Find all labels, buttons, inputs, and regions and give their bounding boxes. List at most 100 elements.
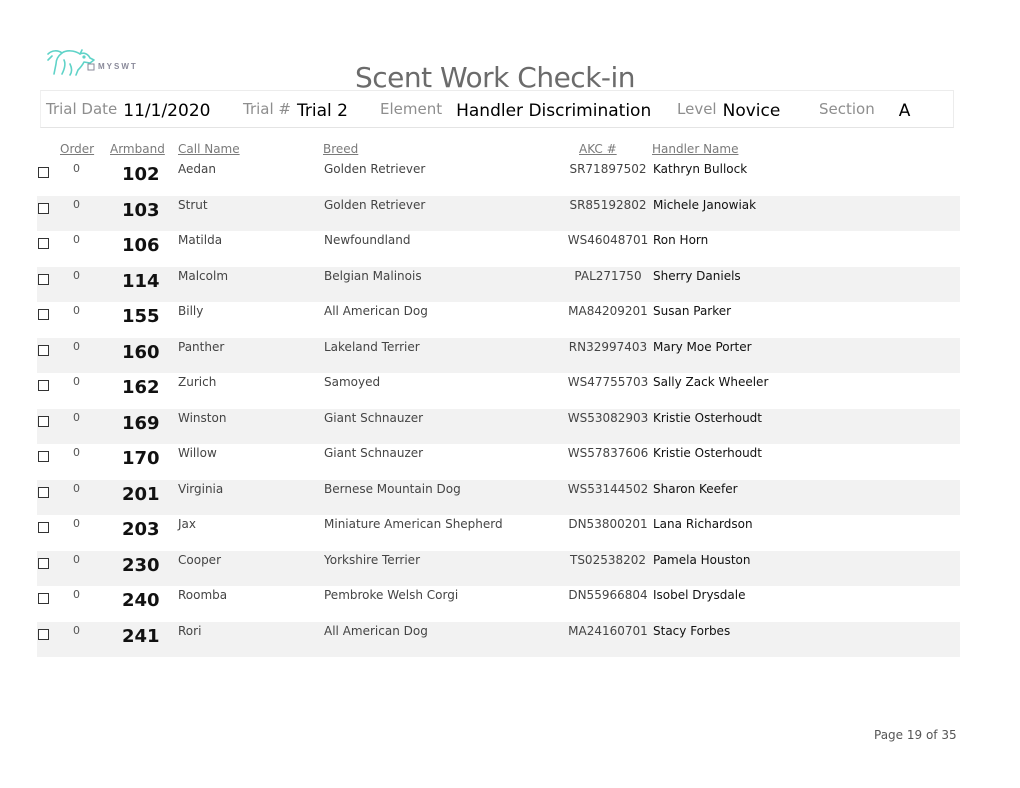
akc-number-cell: PAL271750 xyxy=(574,268,642,283)
handler-name-cell: Pamela Houston xyxy=(653,552,751,567)
table-row: 0 241 Rori All American Dog MA24160701 Stacy … xyxy=(37,621,960,657)
handler-name-cell: Michele Janowiak xyxy=(653,197,757,212)
call-name-cell: Virginia xyxy=(178,481,224,496)
armband-cell: 240 xyxy=(122,590,160,611)
element-label: Element xyxy=(380,100,443,118)
order-cell: 0 xyxy=(73,410,80,424)
page-title: Scent Work Check-in xyxy=(354,60,636,94)
table-row: 0 106 Matilda Newfoundland WS46048701 Ron Hor… xyxy=(37,231,960,267)
table-row: 0 114 Malcolm Belgian Malinois PAL271750 Sher… xyxy=(37,266,960,302)
order-cell: 0 xyxy=(73,517,80,530)
handler-name-cell: Sharon Keefer xyxy=(653,481,738,496)
handler-name-cell: Kathryn Bullock xyxy=(653,162,748,176)
checkin-table: 0 102 Aedan Golden Retriever SR71897502 Kathr… xyxy=(37,160,960,657)
akc-number-cell: WS47755703 xyxy=(567,375,649,389)
armband-cell: 155 xyxy=(122,306,160,327)
breed-cell: Giant Schnauzer xyxy=(324,446,424,460)
table-row: 0 160 Panther Lakeland Terrier RN32997403 Mar… xyxy=(37,337,960,373)
section-value: A xyxy=(898,101,911,121)
call-name-cell: Billy xyxy=(178,304,204,318)
element-value: Handler Discrimination xyxy=(456,101,652,121)
table-row: 0 169 Winston Giant Schnauzer WS53082903 Kris… xyxy=(37,408,960,444)
call-name-cell: Winston xyxy=(178,410,227,425)
checkin-checkbox[interactable] xyxy=(38,238,49,249)
order-cell: 0 xyxy=(73,375,80,388)
order-cell: 0 xyxy=(73,268,80,282)
checkin-checkbox[interactable] xyxy=(38,415,49,427)
akc-number-cell: SR71897502 xyxy=(569,162,647,176)
armband-cell: 170 xyxy=(122,448,160,469)
breed-cell: All American Dog xyxy=(324,623,428,638)
checkin-checkbox[interactable] xyxy=(38,380,49,391)
order-cell: 0 xyxy=(73,446,80,459)
breed-cell: Newfoundland xyxy=(324,233,411,247)
armband-cell: 103 xyxy=(122,199,160,221)
armband-cell: 162 xyxy=(122,377,160,398)
table-row: 0 201 Virginia Bernese Mountain Dog WS531445… xyxy=(37,479,960,515)
checkin-checkbox[interactable] xyxy=(38,167,49,178)
order-cell: 0 xyxy=(73,623,80,637)
akc-number-cell: DN55966804 xyxy=(568,588,648,602)
level-label: Level xyxy=(677,100,717,118)
element-field: Element Handler Discrimination xyxy=(380,99,652,121)
checkin-checkbox[interactable] xyxy=(38,202,49,214)
order-cell: 0 xyxy=(73,339,80,353)
column-header-akc[interactable]: AKC # xyxy=(579,142,617,156)
handler-name-cell: Isobel Drysdale xyxy=(653,588,746,602)
checkin-checkbox[interactable] xyxy=(38,344,49,356)
call-name-cell: Panther xyxy=(178,339,225,354)
column-header-call-name[interactable]: Call Name xyxy=(178,142,240,156)
page-number: Page 19 of 35 xyxy=(874,728,957,742)
trial-number-label: Trial # xyxy=(243,100,291,118)
table-row: 0 203 Jax Miniature American Shepherd DN5380… xyxy=(37,515,960,551)
order-cell: 0 xyxy=(73,481,80,495)
column-header-armband[interactable]: Armband xyxy=(110,142,165,156)
handler-name-cell: Sally Zack Wheeler xyxy=(653,375,769,389)
table-row: 0 102 Aedan Golden Retriever SR71897502 Kathr… xyxy=(37,160,960,196)
armband-cell: 230 xyxy=(122,554,160,576)
level-value: Novice xyxy=(722,101,781,121)
call-name-cell: Malcolm xyxy=(178,268,229,283)
table-row: 0 170 Willow Giant Schnauzer WS57837606 Krist… xyxy=(37,444,960,480)
breed-cell: Golden Retriever xyxy=(324,197,426,212)
column-header-breed[interactable]: Breed xyxy=(323,142,358,156)
breed-cell: Yorkshire Terrier xyxy=(324,552,420,567)
table-row: 0 240 Roomba Pembroke Welsh Corgi DN55966804… xyxy=(37,586,960,622)
checkin-checkbox[interactable] xyxy=(38,451,49,462)
handler-name-cell: Sherry Daniels xyxy=(653,268,741,283)
trial-date-field: Trial Date 11/1/2020 xyxy=(46,99,210,121)
checkin-checkbox[interactable] xyxy=(38,486,49,498)
call-name-cell: Aedan xyxy=(178,162,216,176)
call-name-cell: Roomba xyxy=(178,588,228,602)
checkin-checkbox[interactable] xyxy=(38,593,49,604)
order-cell: 0 xyxy=(73,552,80,566)
checkin-checkbox[interactable] xyxy=(38,522,49,533)
breed-cell: Belgian Malinois xyxy=(324,268,422,283)
checkin-checkbox[interactable] xyxy=(38,557,49,569)
handler-name-cell: Stacy Forbes xyxy=(653,623,731,638)
breed-cell: All American Dog xyxy=(324,304,428,318)
order-cell: 0 xyxy=(73,197,80,211)
column-header-handler-name[interactable]: Handler Name xyxy=(652,142,738,156)
order-cell: 0 xyxy=(73,233,80,246)
table-row: 0 155 Billy All American Dog MA84209201 Susan… xyxy=(37,302,960,338)
akc-number-cell: DN53800201 xyxy=(568,517,648,531)
checkin-checkbox[interactable] xyxy=(38,273,49,285)
order-cell: 0 xyxy=(73,304,80,317)
checkin-checkbox[interactable] xyxy=(38,628,49,640)
section-label: Section xyxy=(819,100,875,118)
call-name-cell: Rori xyxy=(178,623,202,638)
checkin-checkbox[interactable] xyxy=(38,309,49,320)
akc-number-cell: RN32997403 xyxy=(568,339,648,354)
column-header-order[interactable]: Order xyxy=(60,142,94,156)
section-field: Section A xyxy=(819,99,911,121)
breed-cell: Pembroke Welsh Corgi xyxy=(324,588,459,602)
handler-name-cell: Kristie Osterhoudt xyxy=(653,446,763,460)
handler-name-cell: Lana Richardson xyxy=(653,517,753,531)
handler-name-cell: Ron Horn xyxy=(653,233,709,247)
armband-cell: 201 xyxy=(122,483,160,505)
armband-cell: 160 xyxy=(122,341,160,363)
breed-cell: Bernese Mountain Dog xyxy=(324,481,461,496)
order-cell: 0 xyxy=(73,162,80,175)
akc-number-cell: WS46048701 xyxy=(567,233,649,247)
